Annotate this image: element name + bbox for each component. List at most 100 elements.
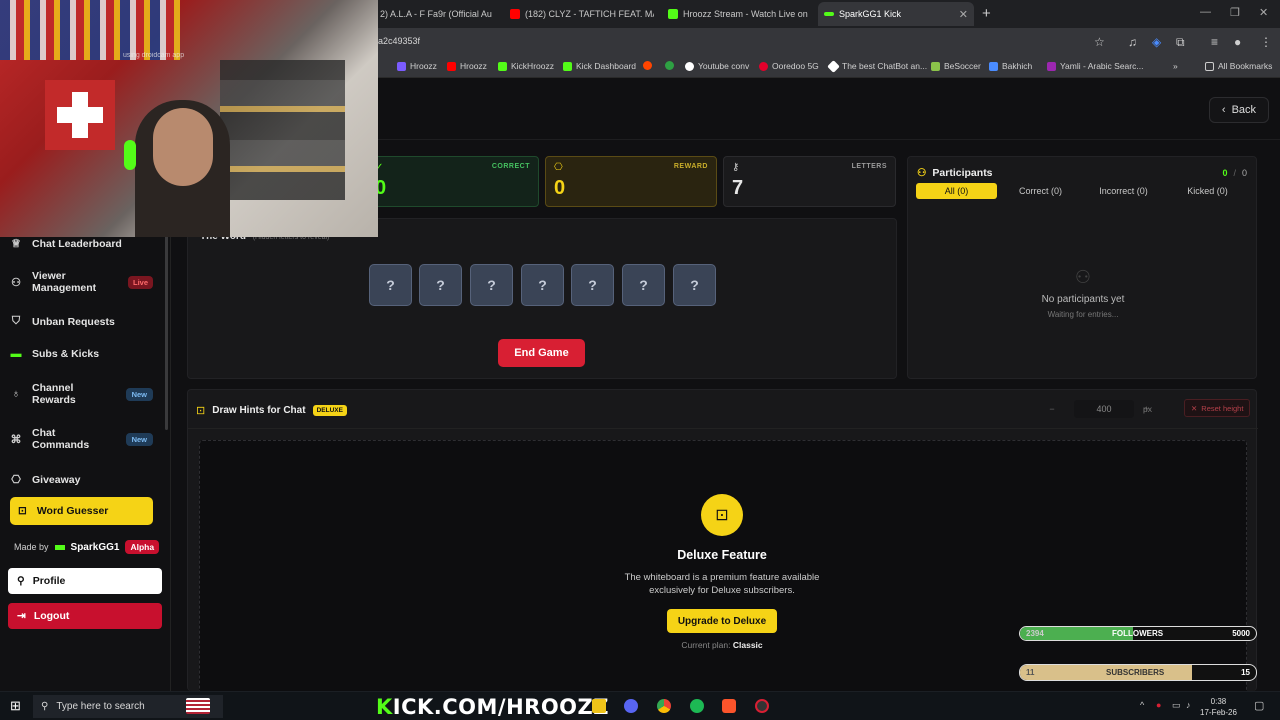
sidebar-item-label: Unban Requests bbox=[32, 315, 115, 328]
music-icon[interactable]: ♫ bbox=[1128, 35, 1137, 49]
stat-value: 0 bbox=[554, 177, 566, 199]
all-bookmarks[interactable]: All Bookmarks bbox=[1205, 61, 1272, 71]
sidebar-item-channel-rewards[interactable]: ♁ Channel Rewards New bbox=[10, 382, 153, 406]
hints-title: Draw Hints for Chat bbox=[212, 405, 306, 416]
file-explorer-icon[interactable] bbox=[592, 699, 606, 713]
bookmark[interactable]: Ooredoo 5G bbox=[759, 61, 819, 71]
close-window-icon[interactable]: ✕ bbox=[1259, 6, 1268, 19]
extension-icon[interactable]: ◈ bbox=[1152, 35, 1161, 49]
height-input[interactable]: 400 bbox=[1074, 400, 1134, 418]
kick-icon bbox=[668, 9, 678, 19]
deluxe-chip: DELUXE bbox=[312, 405, 347, 416]
kick-icon bbox=[563, 61, 572, 71]
clock[interactable]: 0:38 17-Feb-26 bbox=[1200, 696, 1237, 718]
bookmark[interactable]: Youtube conv bbox=[685, 61, 749, 71]
reddit-icon bbox=[643, 61, 652, 70]
bookmark[interactable]: Bakhich bbox=[989, 61, 1032, 71]
chrome-icon[interactable] bbox=[657, 699, 671, 713]
discord-icon[interactable] bbox=[624, 699, 638, 713]
upgrade-button[interactable]: Upgrade to Deluxe bbox=[667, 609, 777, 633]
sidebar-item-subs-kicks[interactable]: ▬ Subs & Kicks bbox=[10, 348, 153, 360]
bookmark[interactable]: The best ChatBot an... bbox=[827, 59, 927, 73]
sidebar-scrollbar[interactable] bbox=[165, 212, 168, 430]
close-icon[interactable]: ✕ bbox=[959, 8, 968, 21]
sidebar-item-unban-requests[interactable]: ⛉ Unban Requests bbox=[10, 315, 153, 328]
profile-button[interactable]: ⚲ Profile bbox=[8, 568, 162, 594]
tab-correct[interactable]: Correct (0) bbox=[1000, 183, 1081, 199]
browser-tab[interactable]: Hroozz Stream - Watch Live on ✕ bbox=[662, 2, 812, 26]
end-game-button[interactable]: End Game bbox=[498, 339, 585, 367]
notification-icon[interactable]: ▢ bbox=[1254, 699, 1264, 712]
minimize-icon[interactable]: — bbox=[1200, 6, 1211, 18]
close-icon[interactable]: ✕ bbox=[497, 8, 498, 21]
feature-description: exclusively for Deluxe subscribers. bbox=[649, 585, 795, 596]
flag-icon bbox=[186, 698, 210, 714]
minus-icon[interactable]: − bbox=[1040, 404, 1064, 414]
tab-incorrect[interactable]: Incorrect (0) bbox=[1083, 183, 1164, 199]
sidebar-item-word-guesser[interactable]: ⊡ Word Guesser bbox=[10, 497, 153, 525]
volume-icon[interactable]: ♪ bbox=[1186, 700, 1191, 710]
url-field[interactable]: a2c49353f bbox=[378, 36, 420, 46]
tray-app-icon[interactable]: ● bbox=[1156, 700, 1161, 710]
posters bbox=[220, 60, 345, 200]
correct-count: 0 bbox=[1222, 168, 1228, 178]
sidebar-item-label: Chat Commands bbox=[32, 427, 90, 451]
tray-chevron-icon[interactable]: ^ bbox=[1140, 700, 1144, 710]
kick-icon bbox=[498, 61, 507, 71]
puzzle-icon[interactable]: ⧉ bbox=[1176, 35, 1185, 50]
restore-icon[interactable]: ❐ bbox=[1230, 6, 1240, 19]
alpha-badge: Alpha bbox=[125, 540, 160, 554]
brave-icon[interactable] bbox=[722, 699, 736, 713]
sidebar-item-giveaway[interactable]: ⎔ Giveaway bbox=[10, 473, 153, 487]
obs-icon[interactable] bbox=[755, 699, 769, 713]
sidebar-item-viewer-management[interactable]: ⚇ Viewer Management Live bbox=[10, 270, 153, 294]
sidebar-item-chat-commands[interactable]: ⌘ Chat Commands New bbox=[10, 427, 153, 451]
user-icon: ⚲ bbox=[17, 575, 25, 587]
back-button[interactable]: ‹ Back bbox=[1209, 97, 1269, 123]
logout-button[interactable]: ⇥ Logout bbox=[8, 603, 162, 629]
avatar[interactable]: ● bbox=[1234, 35, 1241, 49]
star-icon[interactable]: ☆ bbox=[1094, 35, 1105, 49]
plan-value: Classic bbox=[732, 640, 763, 650]
bookmark[interactable]: Yamli - Arabic Searc... bbox=[1047, 61, 1143, 71]
search-placeholder: Type here to search bbox=[56, 701, 145, 712]
back-label: Back bbox=[1231, 104, 1257, 116]
search-icon: ⚲ bbox=[41, 701, 49, 712]
bookmark[interactable]: KickHroozz bbox=[498, 61, 554, 71]
tab-title: (182) CLYZ - TAFTICH FEAT. MA bbox=[525, 9, 654, 19]
new-badge: New bbox=[125, 432, 153, 446]
bookmark[interactable]: Hroozz bbox=[397, 61, 437, 71]
sidebar-item-chat-leaderboard[interactable]: ♕ Chat Leaderboard bbox=[10, 237, 153, 251]
logout-label: Logout bbox=[33, 610, 70, 622]
queue-icon[interactable]: ≡ bbox=[1211, 35, 1218, 49]
gamepad-icon: ⊡ bbox=[18, 505, 27, 517]
numbered-icon bbox=[665, 61, 674, 70]
browser-tab[interactable]: (182) CLYZ - TAFTICH FEAT. MA ✕ bbox=[504, 2, 654, 26]
bookmark[interactable] bbox=[665, 61, 674, 70]
network-icon[interactable]: ▭ bbox=[1172, 700, 1181, 711]
tab-kicked[interactable]: Kicked (0) bbox=[1167, 183, 1248, 199]
command-icon: ⌘ bbox=[10, 433, 22, 446]
reset-label: Reset height bbox=[1201, 403, 1244, 413]
bookmark-label: Bakhich bbox=[1002, 61, 1033, 71]
yamli-icon bbox=[1047, 61, 1056, 71]
bookmark[interactable] bbox=[643, 61, 652, 70]
bookmark-label: BeSoccer bbox=[944, 61, 981, 71]
spotify-icon[interactable] bbox=[690, 699, 704, 713]
new-tab-icon[interactable]: + bbox=[982, 5, 991, 22]
bookmarks-overflow-icon[interactable]: » bbox=[1173, 61, 1178, 71]
bookmark[interactable]: Hroozz bbox=[447, 61, 487, 71]
feature-description: The whiteboard is a premium feature avai… bbox=[624, 572, 820, 583]
subscribers-current: 11 bbox=[1026, 668, 1035, 677]
feature-title: Deluxe Feature bbox=[677, 548, 767, 562]
browser-tab-active[interactable]: SparkGG1 Kick ✕ bbox=[818, 2, 974, 26]
tab-all[interactable]: All (0) bbox=[916, 183, 997, 199]
bookmark[interactable]: Kick Dashboard bbox=[563, 61, 636, 71]
besoccer-icon bbox=[931, 61, 940, 71]
reset-height-button[interactable]: ✕ Reset height bbox=[1184, 399, 1251, 417]
windows-start-icon[interactable]: ⊞ bbox=[10, 698, 21, 714]
menu-icon[interactable]: ⋮ bbox=[1260, 35, 1272, 49]
bookmark[interactable]: BeSoccer bbox=[931, 61, 981, 71]
subscribers-label: SUBSCRIBERS bbox=[1106, 668, 1165, 677]
browser-tab[interactable]: 2) A.L.A - F Fa9r (Official Au ✕ bbox=[374, 2, 498, 26]
